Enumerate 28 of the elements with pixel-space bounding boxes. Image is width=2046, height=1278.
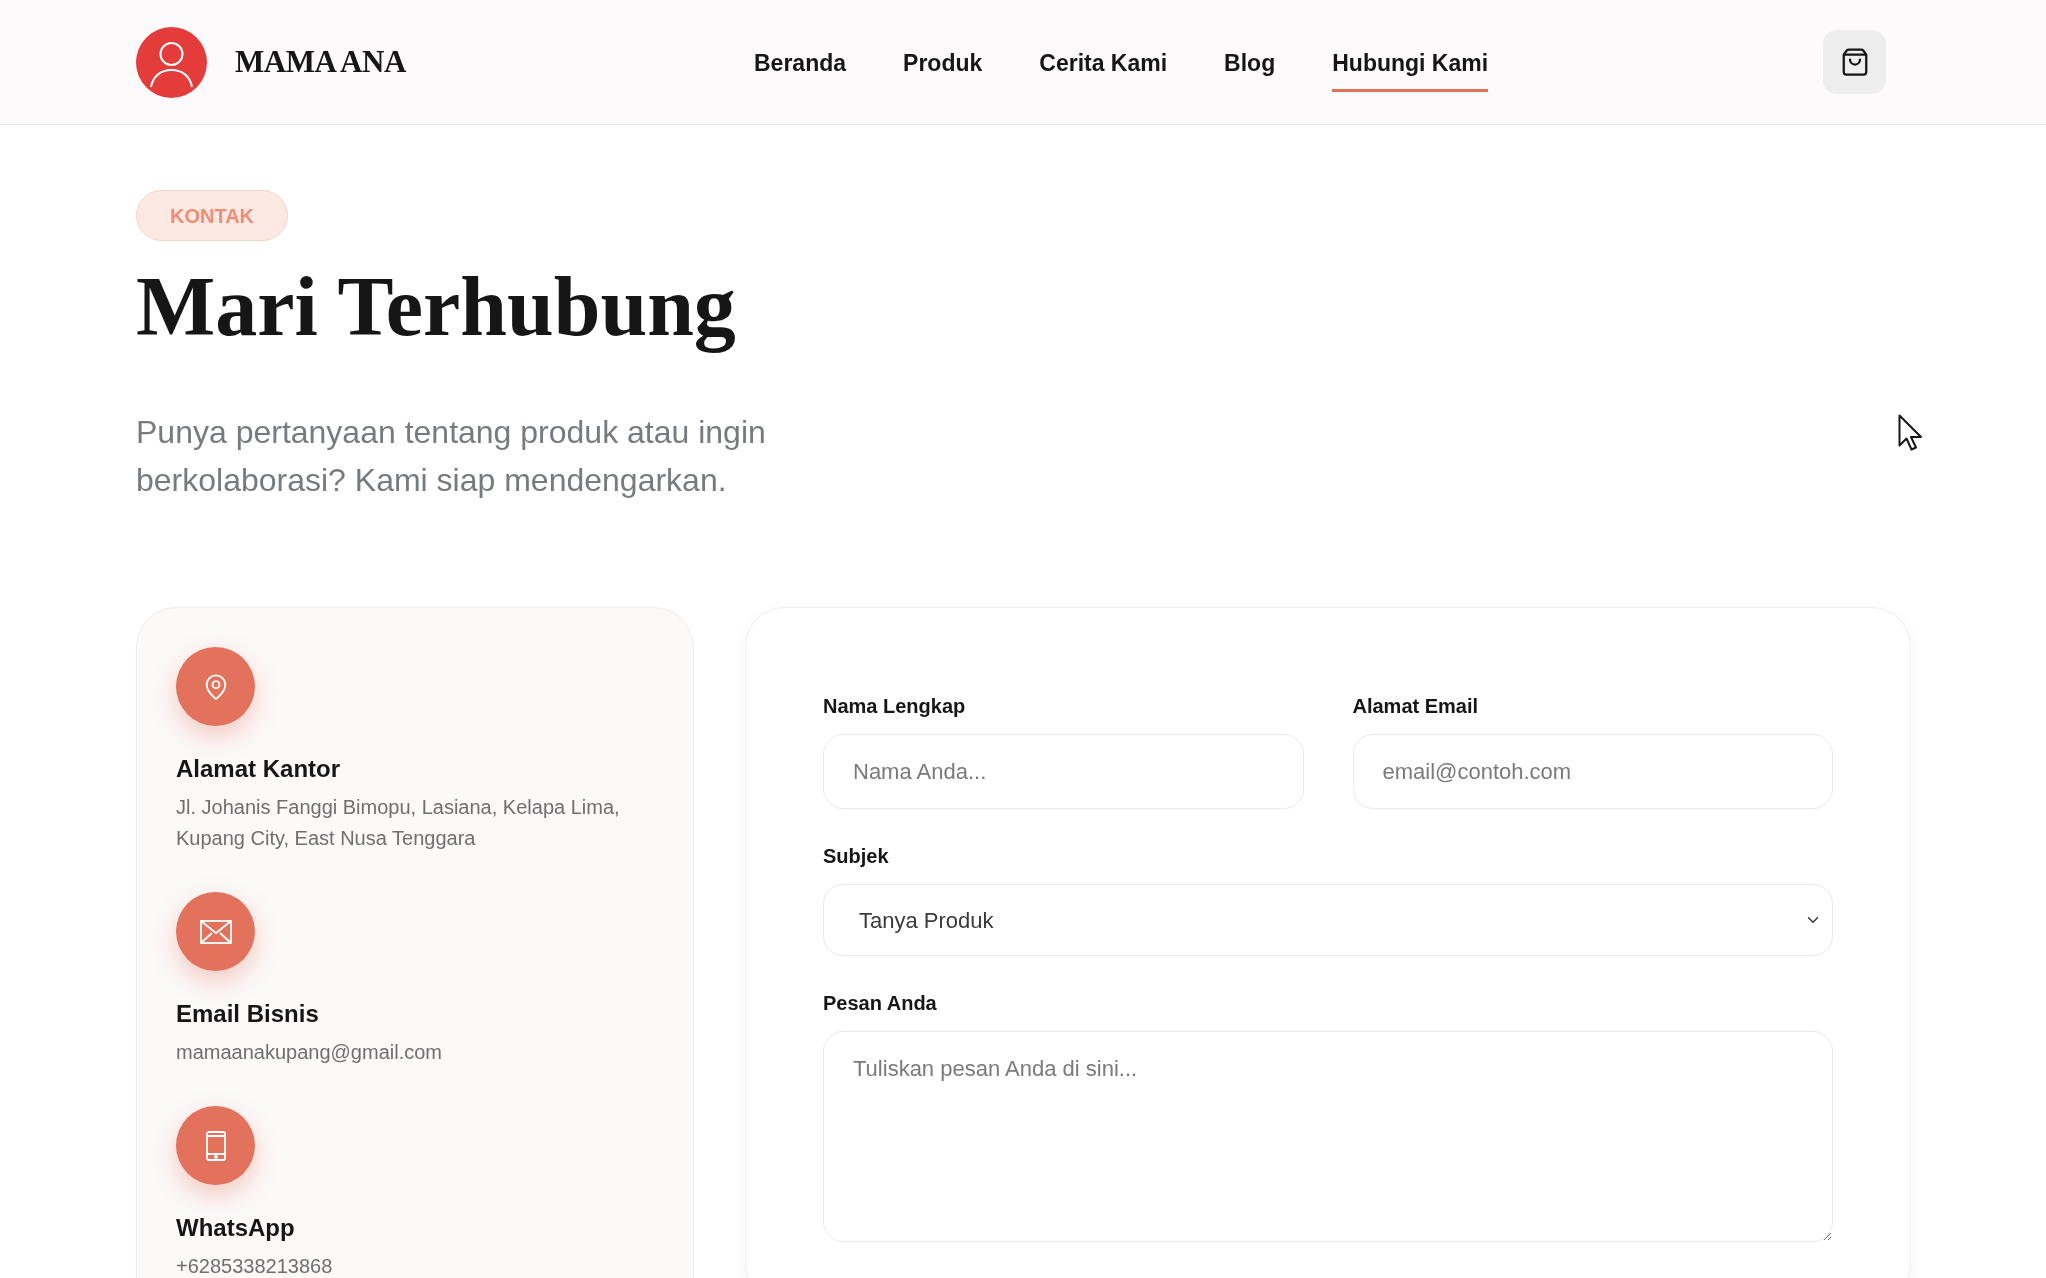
nav-link[interactable]: Blog xyxy=(1224,32,1276,92)
brand-name: MAMA ANA xyxy=(235,42,406,81)
mouse-pointer-icon xyxy=(1898,414,1923,452)
contact-detail: mamaanakupang@gmail.com xyxy=(176,1040,443,1065)
contact-title: Email Bisnis xyxy=(176,999,320,1029)
field-label: Subjek xyxy=(823,844,890,869)
message-textarea[interactable]: Tuliskan pesan Anda di sini... xyxy=(823,1031,1833,1242)
cart-button[interactable] xyxy=(1823,30,1886,94)
input-field[interactable]: Nama Anda... xyxy=(823,734,1304,809)
nav-link[interactable]: Produk xyxy=(903,32,983,92)
section-badge: KONTAK xyxy=(136,190,288,241)
envelope-icon xyxy=(176,892,255,971)
field-label: Nama Lengkap xyxy=(823,694,967,719)
logo-icon xyxy=(136,26,207,98)
nav-link[interactable]: Hubungi Kami xyxy=(1332,32,1489,92)
contact-detail: Jl. Johanis Fanggi Bimopu, Lasiana, Kelapa Lima, Kupang City, East Nusa Tenggara xyxy=(176,795,621,851)
nav-link[interactable]: Beranda xyxy=(754,32,847,92)
select-field[interactable]: Tanya Produk xyxy=(823,884,1833,956)
contact-title: WhatsApp xyxy=(176,1213,296,1243)
input-field[interactable]: email@contoh.com xyxy=(1352,734,1833,809)
nav-link[interactable]: Cerita Kami xyxy=(1039,32,1168,92)
contact-title: Alamat Kantor xyxy=(176,754,342,784)
field-label: Pesan Anda xyxy=(823,991,938,1016)
smartphone-icon xyxy=(176,1106,255,1185)
page-subtitle: Punya pertanyaan tentang produk atau ingin berkolaborasi? Kami siap mendengarkan. xyxy=(136,413,767,500)
map-pin-icon xyxy=(176,647,255,726)
field-label: Alamat Email xyxy=(1352,694,1480,719)
contact-detail: +6285338213868 xyxy=(176,1254,334,1278)
